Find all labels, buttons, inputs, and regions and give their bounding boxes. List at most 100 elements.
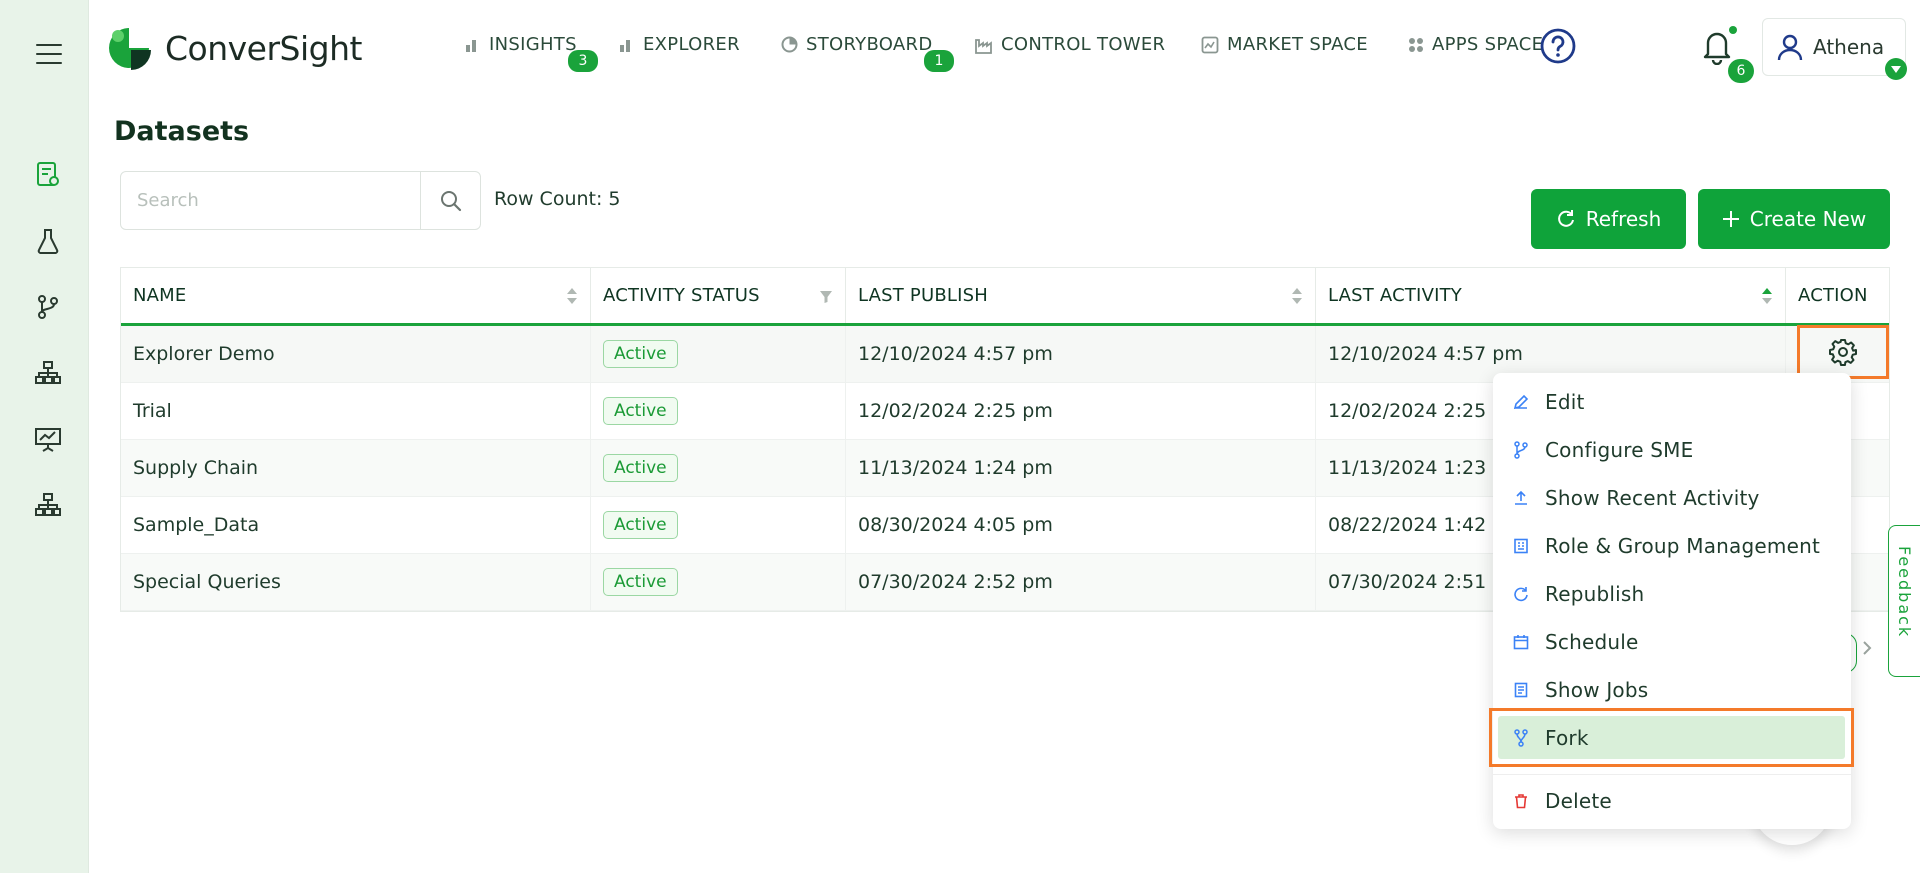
feedback-label: Feedback (1895, 546, 1914, 639)
search-box (120, 171, 481, 230)
user-name: Athena (1813, 35, 1885, 59)
menu-item-label: Republish (1545, 582, 1645, 606)
presentation-chart-icon (35, 428, 61, 452)
grid-icon (1408, 37, 1424, 53)
action-dropdown-menu: Edit Configure SME Show Recent Activity … (1489, 373, 1854, 829)
upload-icon (1513, 490, 1531, 506)
create-new-button[interactable]: Create New (1698, 189, 1890, 249)
cell-status: Active (591, 383, 846, 439)
factory-icon (975, 36, 993, 54)
sidebar-item-hierarchy-2[interactable] (34, 491, 62, 519)
menu-item-delete[interactable]: Delete (1513, 781, 1612, 821)
column-header-label: LAST ACTIVITY (1328, 285, 1462, 306)
search-button[interactable] (420, 172, 480, 229)
menu-item-republish[interactable]: Republish (1513, 574, 1644, 614)
refresh-button[interactable]: Refresh (1531, 189, 1686, 249)
cell-name: Explorer Demo (121, 326, 591, 382)
feedback-tab[interactable]: Feedback (1888, 525, 1920, 677)
nav-storyboard-badge: 1 (924, 50, 954, 72)
nav-apps-space[interactable]: APPS SPACE (1408, 34, 1543, 55)
nav-insights[interactable]: INSIGHTS (465, 34, 577, 55)
menu-item-role-group-management[interactable]: Role & Group Management (1513, 526, 1820, 566)
nav-storyboard-label: STORYBOARD (806, 34, 933, 55)
page-title: Datasets (114, 116, 250, 147)
cell-status: Active (591, 326, 846, 382)
notification-bell-icon[interactable] (1700, 27, 1734, 69)
menu-item-label: Show Recent Activity (1545, 486, 1760, 510)
column-header-label: ACTIVITY STATUS (603, 285, 760, 306)
column-header-last-publish[interactable]: LAST PUBLISH (846, 268, 1316, 323)
refresh-icon (1556, 209, 1576, 229)
status-badge: Active (603, 511, 678, 539)
row-count: Row Count: 5 (494, 188, 621, 210)
help-icon[interactable] (1539, 27, 1577, 69)
status-badge: Active (603, 568, 678, 596)
sidebar-item-lab[interactable] (34, 227, 62, 255)
column-header-name[interactable]: NAME (121, 268, 591, 323)
refresh-icon (1513, 586, 1531, 602)
menu-item-label: Role & Group Management (1545, 534, 1821, 558)
cell-last-publish: 11/13/2024 1:24 pm (846, 440, 1316, 496)
nav-explorer[interactable]: EXPLORER (619, 34, 740, 55)
filter-icon[interactable] (819, 288, 833, 309)
sidebar (0, 0, 89, 873)
sidebar-item-workflow[interactable] (34, 293, 62, 321)
brand-name: ConverSight (165, 28, 362, 68)
chevron-down-icon[interactable] (1885, 58, 1907, 80)
sidebar-item-hierarchy[interactable] (34, 359, 62, 387)
menu-item-show-jobs[interactable]: Show Jobs (1513, 670, 1648, 710)
building-icon (1513, 538, 1531, 554)
menu-toggle-icon[interactable] (36, 44, 62, 64)
user-avatar-icon (1777, 34, 1803, 61)
menu-item-configure-sme[interactable]: Configure SME (1513, 430, 1693, 470)
chevron-right-icon[interactable] (1862, 640, 1872, 660)
menu-item-show-recent-activity[interactable]: Show Recent Activity (1513, 478, 1760, 518)
plus-icon (1722, 210, 1740, 228)
notification-count-badge: 6 (1728, 59, 1754, 83)
sidebar-item-datasets[interactable] (34, 161, 62, 189)
nav-insights-label: INSIGHTS (489, 34, 577, 55)
notification-dot (1729, 26, 1737, 34)
nav-control-tower[interactable]: CONTROL TOWER (975, 34, 1165, 55)
pie-icon (781, 36, 798, 53)
fork-icon (1513, 729, 1531, 747)
menu-item-schedule[interactable]: Schedule (1513, 622, 1639, 662)
brand-logo[interactable]: ConverSight (105, 24, 362, 72)
cell-status: Active (591, 554, 846, 610)
nav-storyboard[interactable]: STORYBOARD (781, 34, 933, 55)
search-input[interactable] (121, 172, 420, 229)
flask-icon (37, 229, 59, 254)
menu-item-label: Fork (1545, 726, 1589, 750)
menu-item-edit[interactable]: Edit (1513, 382, 1585, 422)
nav-explorer-label: EXPLORER (643, 34, 740, 55)
cell-status: Active (591, 440, 846, 496)
branch-icon (1513, 441, 1531, 459)
nav-control-tower-label: CONTROL TOWER (1001, 34, 1166, 55)
bar-chart-icon (465, 37, 481, 53)
hierarchy-icon (35, 361, 61, 384)
nav-market-space[interactable]: MARKET SPACE (1201, 34, 1368, 55)
menu-item-label: Edit (1545, 390, 1585, 414)
nav-insights-badge: 3 (568, 50, 598, 72)
menu-item-fork[interactable]: Fork (1513, 718, 1589, 758)
row-action-settings-button[interactable] (1797, 325, 1889, 379)
menu-divider (1493, 774, 1851, 775)
cell-status: Active (591, 497, 846, 553)
column-header-label: NAME (133, 285, 187, 306)
dataset-doc-icon (37, 162, 59, 186)
sort-icon[interactable] (566, 286, 578, 311)
sidebar-item-presentation[interactable] (34, 425, 62, 453)
status-badge: Active (603, 454, 678, 482)
jobs-icon (1513, 682, 1531, 698)
cell-name: Special Queries (121, 554, 591, 610)
column-header-last-activity[interactable]: LAST ACTIVITY (1316, 268, 1786, 323)
sort-icon[interactable] (1291, 286, 1303, 311)
status-badge: Active (603, 340, 678, 368)
hierarchy-icon (35, 493, 61, 516)
status-badge: Active (603, 397, 678, 425)
menu-item-label: Schedule (1545, 630, 1639, 654)
column-header-activity-status[interactable]: ACTIVITY STATUS (591, 268, 846, 323)
cell-last-publish: 12/02/2024 2:25 pm (846, 383, 1316, 439)
sort-ascending-icon[interactable] (1761, 286, 1773, 311)
column-header-action: ACTION (1786, 268, 1889, 323)
